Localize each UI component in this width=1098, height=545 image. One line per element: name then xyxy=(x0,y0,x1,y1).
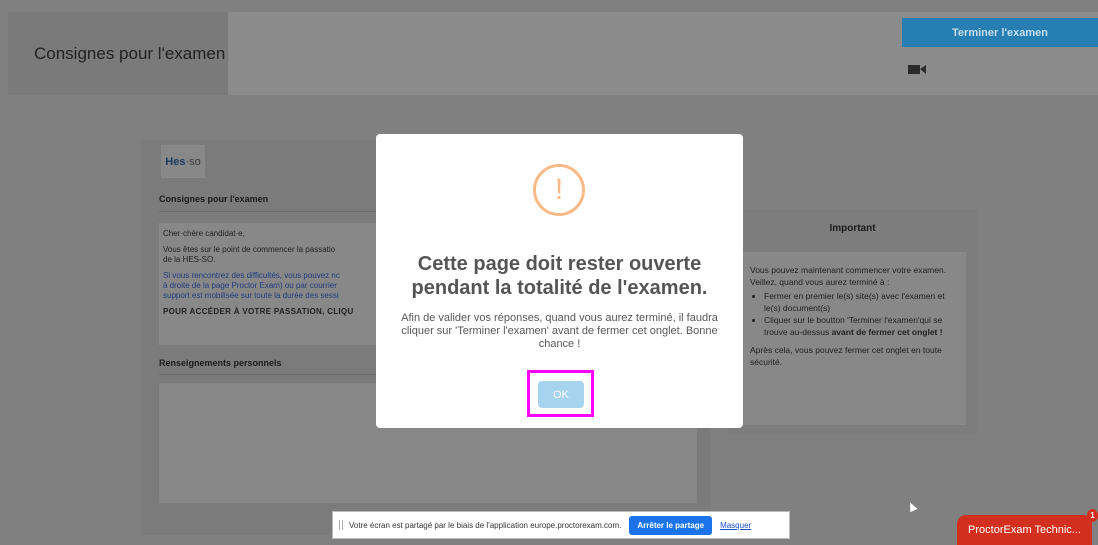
modal-title: Cette page doit rester ouverte pendant l… xyxy=(411,253,708,299)
top-bar: Consignes pour l'examen Terminer l'exame… xyxy=(8,12,1098,95)
access-paragraph: POUR ACCÉDER À VOTRE PASSATION, CLIQU xyxy=(163,307,354,316)
important-title: Important xyxy=(829,223,876,234)
important-intro: Vous pouvez maintenant commencer votre e… xyxy=(750,265,947,287)
important-list: Fermer en premier le(s) site(s) avec l'e… xyxy=(764,290,958,338)
hes-so-logo: Hes ·so xyxy=(161,145,205,178)
important-content: Vous pouvez maintenant commencer votre e… xyxy=(742,252,966,425)
warning-modal: ! Cette page doit rester ouverte pendant… xyxy=(376,134,743,428)
screen-share-bar: Votre écran est partagé par le biais de … xyxy=(332,511,790,539)
ok-button-highlight: OK xyxy=(527,370,594,417)
ok-button[interactable]: OK xyxy=(538,381,584,408)
page-title-box: Consignes pour l'examen xyxy=(8,12,228,95)
share-text: Votre écran est partagé par le biais de … xyxy=(349,520,622,530)
intro-paragraph: Vous êtes sur le point de commencer la p… xyxy=(163,245,336,264)
list-item: Fermer en premier le(s) site(s) avec l'e… xyxy=(764,290,958,314)
important-outro: Après cela, vous pouvez fermer cet ongle… xyxy=(750,345,942,367)
support-paragraph: Si vous rencontrez des difficultés, vous… xyxy=(163,271,340,300)
chat-notification-badge: 1 xyxy=(1087,509,1098,522)
stop-sharing-button[interactable]: Arrêter le partage xyxy=(629,515,713,535)
drag-handle-icon[interactable] xyxy=(339,520,343,530)
list-item: Cliquer sur le boutton 'Terminer l'exame… xyxy=(764,314,958,338)
page-title: Consignes pour l'examen xyxy=(34,43,226,63)
finish-exam-button[interactable]: Terminer l'examen xyxy=(902,18,1098,47)
warning-exclamation-icon: ! xyxy=(533,164,585,216)
video-camera-icon xyxy=(908,65,926,74)
instructions-content: Cher·chère candidat·e, Vous êtes sur le … xyxy=(159,223,377,345)
support-chat-button[interactable]: ProctorExam Technic... xyxy=(957,515,1092,545)
mouse-cursor-icon xyxy=(906,500,918,513)
modal-text: Afin de valider vos réponses, quand vous… xyxy=(401,312,718,350)
personal-info-heading: Renseignements personnels xyxy=(159,358,282,368)
instructions-heading: Consignes pour l'examen xyxy=(159,194,269,204)
important-panel: Important Vous pouvez maintenant commenc… xyxy=(728,209,977,435)
hide-link[interactable]: Masquer xyxy=(720,521,751,530)
greeting-text: Cher·chère candidat·e, xyxy=(163,229,245,238)
